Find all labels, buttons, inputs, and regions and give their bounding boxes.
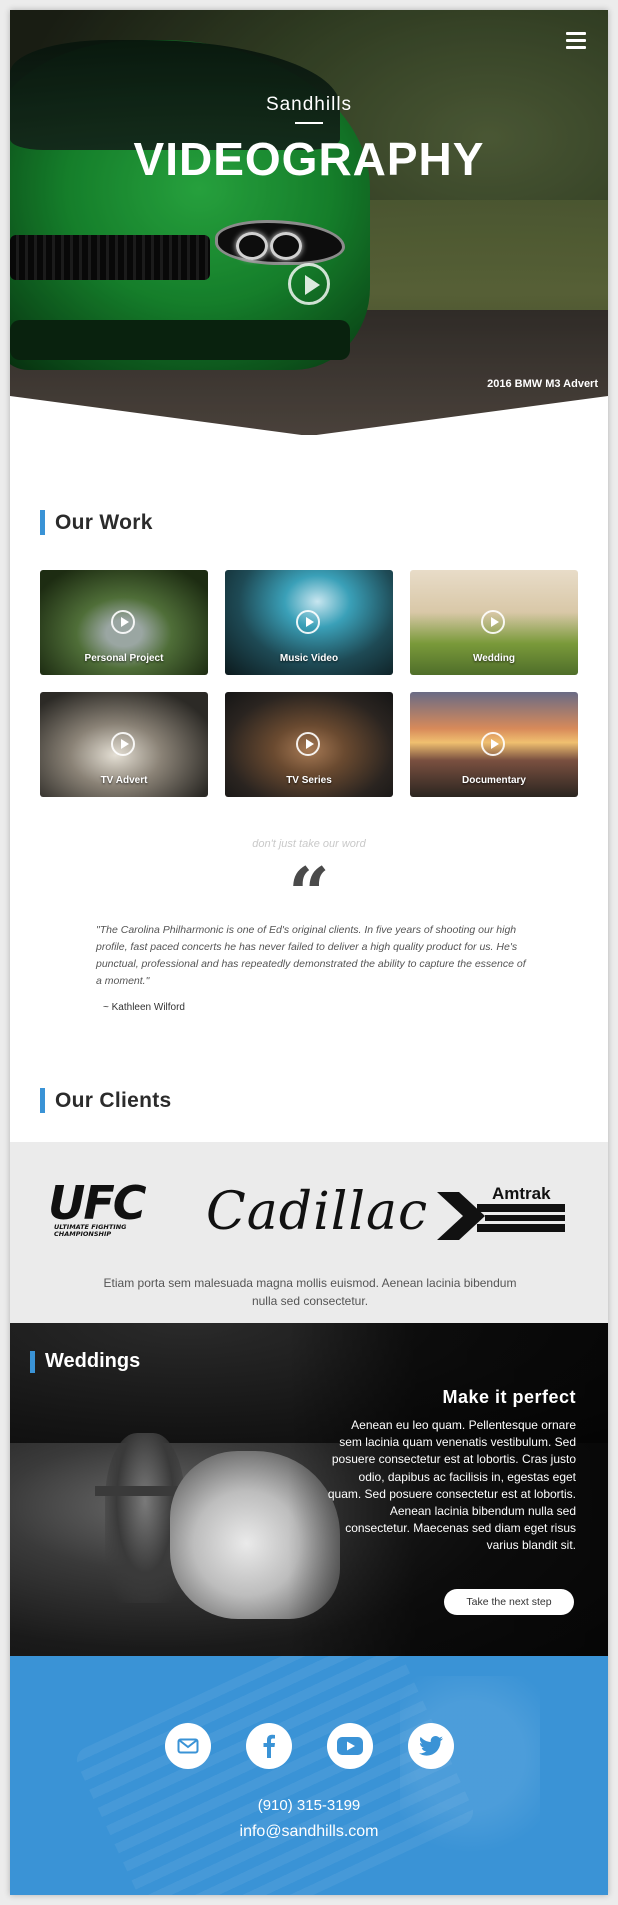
hero-overlay (10, 10, 608, 435)
work-tile-tv-advert[interactable]: TV Advert (40, 692, 208, 797)
play-icon (481, 732, 505, 756)
work-tile-label: TV Advert (100, 775, 148, 786)
hero-kicker: Sandhills (265, 94, 353, 115)
clients-band: UFC ULTIMATE FIGHTING CHAMPIONSHIP Cadil… (10, 1142, 608, 1323)
cadillac-logo: Cadillac (206, 1182, 429, 1242)
work-tile-documentary[interactable]: Documentary (410, 692, 578, 797)
heading-accent-bar (30, 1350, 35, 1373)
menu-bar (566, 39, 586, 42)
hero-bottom-chevron (10, 396, 608, 435)
quote-icon: “ (288, 851, 330, 936)
play-icon (111, 732, 135, 756)
twitter-glyph (419, 1736, 443, 1756)
play-circle-icon[interactable] (288, 263, 330, 305)
youtube-icon[interactable] (327, 1723, 373, 1769)
contact-section: (910) 315-3199 info@sandhills.com (10, 1656, 608, 1895)
our-work-title: Our Work (55, 510, 153, 534)
work-tile-label: TV Series (286, 775, 332, 786)
contact-background-cup (400, 1676, 540, 1876)
work-tile-label: Documentary (462, 775, 526, 786)
work-tile-label: Personal Project (84, 653, 164, 664)
hamburger-menu-icon[interactable] (566, 32, 586, 49)
work-tile-tv-series[interactable]: TV Series (225, 692, 393, 797)
heading-accent-bar (40, 510, 45, 535)
email-glyph (177, 1738, 199, 1754)
work-tile-label: Music Video (279, 653, 339, 664)
menu-bar (566, 46, 586, 49)
play-icon (296, 732, 320, 756)
contact-phone[interactable]: (910) 315-3199 (10, 1797, 608, 1814)
heading-accent-bar (40, 1088, 45, 1113)
work-tile-label: Wedding (472, 653, 516, 664)
testimonial-kicker: don't just take our word (252, 838, 366, 850)
play-icon (481, 610, 505, 634)
hero-divider (295, 122, 323, 124)
weddings-heading: Weddings (30, 1350, 140, 1373)
page: Sandhills VIDEOGRAPHY 2016 BMW M3 Advert… (10, 10, 608, 1895)
work-tile-wedding[interactable]: Wedding (410, 570, 578, 675)
our-work-heading: Our Work (40, 510, 153, 535)
menu-bar (566, 32, 586, 35)
next-step-button[interactable]: Take the next step (444, 1589, 574, 1615)
twitter-icon[interactable] (408, 1723, 454, 1769)
ufc-logo: UFC ULTIMATE FIGHTING CHAMPIONSHIP (48, 1176, 160, 1242)
work-tile-music-video[interactable]: Music Video (225, 570, 393, 675)
hero-caption: 2016 BMW M3 Advert (487, 378, 598, 390)
our-clients-heading: Our Clients (40, 1088, 171, 1113)
testimonial-quote: "The Carolina Philharmonic is one of Ed'… (96, 924, 526, 987)
play-icon (111, 610, 135, 634)
facebook-glyph (263, 1734, 275, 1758)
hero-title: VIDEOGRAPHY (133, 133, 485, 185)
ufc-logo-subtitle-2: CHAMPIONSHIP (54, 1230, 112, 1238)
weddings-subtitle: Make it perfect (442, 1387, 576, 1407)
amtrak-logo-word: Amtrak (492, 1184, 551, 1203)
weddings-section: Weddings Make it perfect Aenean eu leo q… (10, 1323, 608, 1656)
work-tile-personal-project[interactable]: Personal Project (40, 570, 208, 675)
youtube-glyph (337, 1737, 363, 1755)
testimonial-author: ~ Kathleen Wilford (103, 1002, 185, 1013)
facebook-icon[interactable] (246, 1723, 292, 1769)
clients-description: Etiam porta sem malesuada magna mollis e… (103, 1276, 517, 1308)
our-clients-title: Our Clients (55, 1088, 172, 1112)
weddings-title: Weddings (45, 1350, 141, 1372)
amtrak-logo: Amtrak (437, 1184, 567, 1244)
hero-section: Sandhills VIDEOGRAPHY 2016 BMW M3 Advert (10, 10, 608, 435)
play-icon (296, 610, 320, 634)
email-icon[interactable] (165, 1723, 211, 1769)
ufc-logo-mark: UFC (48, 1176, 147, 1230)
contact-email[interactable]: info@sandhills.com (10, 1823, 608, 1841)
weddings-body: Aenean eu leo quam. Pellentesque ornare … (327, 1418, 576, 1553)
